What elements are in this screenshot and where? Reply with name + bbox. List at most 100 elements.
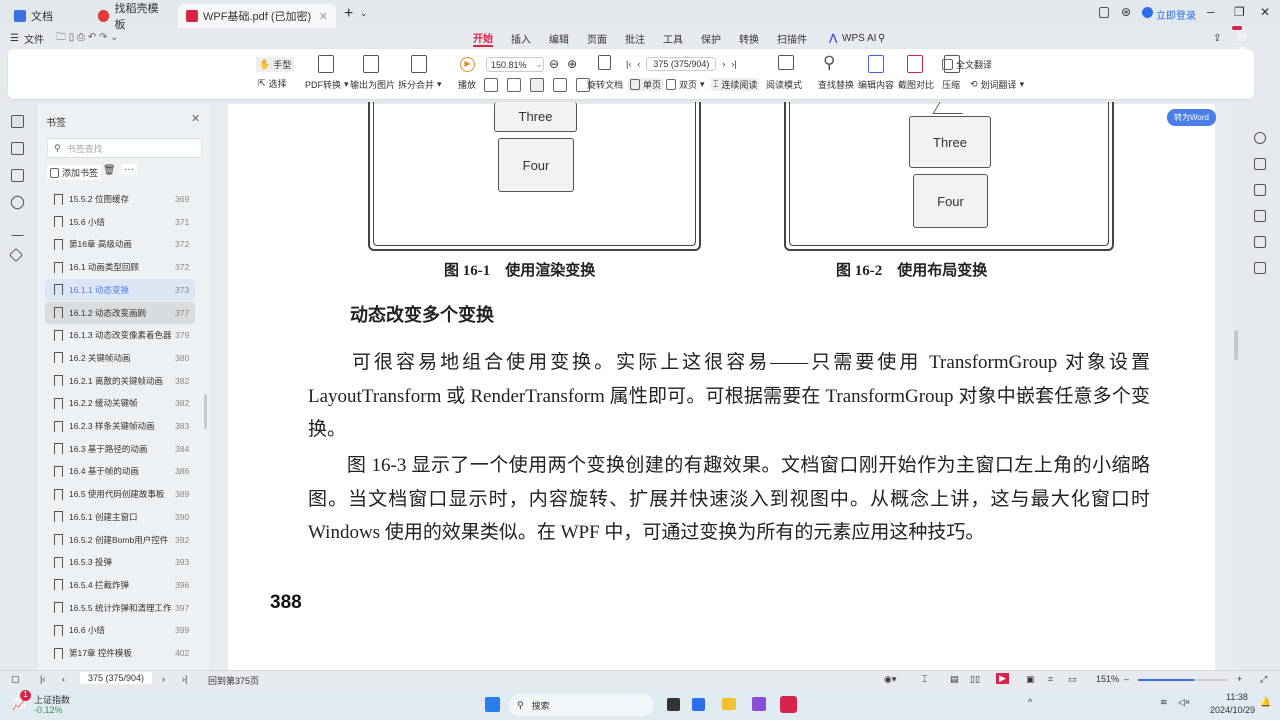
bookmark-item[interactable]: 15.6 小结 371 [45, 211, 195, 233]
bookmark-item[interactable]: 第17章 控件模板 402 [45, 642, 195, 664]
tab-documents[interactable]: 文档 [6, 4, 86, 28]
zoom-out-icon[interactable]: – [1124, 674, 1129, 684]
select-tool-button[interactable]: ⇱ 选择 [258, 77, 287, 90]
bookmark-item[interactable]: 15.5.2 位图缓存 369 [45, 188, 195, 210]
bookmark-item[interactable]: 16.2.2 缓动关键帧 382 [45, 392, 195, 414]
search-icon[interactable]: ⚲ [878, 33, 885, 44]
read-mode-button[interactable]: 阅读模式 [766, 78, 802, 91]
page-input[interactable]: 375 (375/904) [80, 672, 153, 684]
last-page-icon[interactable]: ›| [182, 674, 187, 684]
bookmark-item[interactable]: 16.2.1 离散的关键帧动画 382 [45, 370, 195, 392]
wps-icon[interactable] [780, 696, 797, 713]
window-icon[interactable] [1099, 7, 1109, 18]
login-link[interactable]: 立即登录 [1156, 7, 1196, 22]
adjust-icon[interactable] [1254, 158, 1266, 170]
bookmark-item[interactable]: 16.2.3 样条关键帧动画 383 [45, 415, 195, 437]
comment-icon[interactable] [11, 169, 24, 182]
fullscreen-icon[interactable]: ⤢ [1260, 674, 1267, 685]
last-page-icon[interactable]: ›| [731, 59, 736, 69]
bookmark-item[interactable]: 16.1.1 动态变换 373 [45, 278, 195, 301]
continuous-read-button[interactable]: ⌶ 连续阅读 [711, 78, 760, 91]
actual-size-icon[interactable] [530, 78, 544, 92]
more-button[interactable]: ··· [121, 164, 137, 175]
translate-icon[interactable] [1254, 184, 1266, 196]
chevron-down-icon[interactable]: ⌄ [360, 8, 368, 19]
scrollbar[interactable] [204, 394, 207, 429]
zoom-slider[interactable] [1138, 679, 1228, 681]
minimize-button[interactable]: – [1207, 4, 1214, 19]
layers-icon[interactable] [8, 247, 24, 263]
zoom-value[interactable]: 151% [1096, 674, 1119, 684]
delete-bookmark-icon[interactable]: 🗑 [103, 165, 116, 176]
fit-width-icon[interactable]: ⌗ [1048, 674, 1053, 685]
sidebar-toggle-icon[interactable]: ▢ [11, 674, 20, 685]
tab-templates[interactable]: 找稻壳模板 [90, 3, 175, 31]
add-bookmark-button[interactable]: 添加书签 [47, 165, 102, 180]
restore-button[interactable]: ❐ [1234, 5, 1245, 19]
visual-studio-icon[interactable] [752, 697, 766, 711]
file-menu[interactable]: 文件 [24, 31, 44, 46]
bookmark-item[interactable]: 16.5.1 创建主窗口 390 [45, 506, 195, 528]
close-tab-icon[interactable]: ✕ [319, 10, 328, 23]
single-page-button[interactable]: 单页 [628, 78, 664, 91]
crop-icon[interactable] [1254, 236, 1266, 248]
bookmark-item[interactable]: 16.5.5 统计炸弹和清理工作 397 [45, 597, 195, 619]
volume-icon[interactable]: ◁× [1178, 697, 1190, 708]
full-translate-button[interactable]: 全文翻译 [942, 58, 992, 71]
bookmark-item[interactable]: 16.5 使用代码创建故事板 389 [45, 483, 195, 505]
skin-icon[interactable]: ⊛ [1121, 5, 1131, 19]
find-replace-button[interactable]: 查找替换 [818, 78, 854, 91]
new-tab-icon[interactable]: + [344, 5, 353, 23]
bookmark-item[interactable]: 16.1 动画类型回顾 372 [45, 256, 195, 278]
search-icon[interactable] [1254, 132, 1266, 144]
rotate-left-icon[interactable] [553, 78, 567, 92]
properties-icon[interactable] [1254, 262, 1266, 274]
actual-size-icon[interactable]: ▭ [1068, 674, 1077, 685]
wifi-icon[interactable]: ≋ [1160, 697, 1168, 708]
first-page-icon[interactable]: |‹ [626, 59, 631, 69]
menu-scan[interactable]: 扫描件 [777, 31, 807, 46]
thumbnail-icon[interactable] [11, 142, 24, 155]
zoom-select[interactable]: 150.81% ⌄ [486, 57, 544, 72]
eye-icon[interactable]: ◉▾ [884, 674, 896, 685]
prev-page-icon[interactable]: ‹ [62, 674, 65, 684]
menu-page[interactable]: 页面 [587, 31, 607, 46]
continuous-icon[interactable]: ⌶ [922, 674, 927, 685]
tab-pdf[interactable]: WPF基础.pdf (已加密) ✕ [178, 4, 336, 28]
menu-start[interactable]: 开始 [473, 30, 493, 47]
bookmark-item[interactable]: 16.3 基于路径的动画 384 [45, 438, 195, 460]
page-input[interactable]: 375 (375/904) [646, 57, 717, 71]
clock-date[interactable]: 2024/10/29 [1210, 705, 1255, 715]
zoom-out-icon[interactable]: ⊖ [549, 57, 559, 71]
double-page-icon[interactable]: ▯▯ [970, 674, 980, 685]
signature-icon[interactable] [11, 223, 24, 236]
menu-edit[interactable]: 编辑 [549, 31, 569, 46]
next-page-icon[interactable]: › [722, 59, 725, 69]
next-page-icon[interactable]: › [162, 674, 165, 684]
split-merge-button[interactable]: 拆分合并 ▾ [398, 78, 442, 91]
notification-bell-icon[interactable]: 🔔 [1260, 697, 1271, 708]
close-button[interactable]: ✕ [1260, 5, 1270, 19]
close-panel-icon[interactable]: ✕ [191, 112, 200, 125]
bookmark-icon[interactable] [11, 115, 24, 128]
comment-icon[interactable] [1254, 210, 1266, 222]
bookmark-item[interactable]: 16.4 基于帧的动画 386 [45, 460, 195, 482]
convert-to-word-button[interactable]: 转为Word [1167, 109, 1216, 126]
back-to-page-link[interactable]: 回到第375页 [208, 674, 259, 687]
word-translate-button[interactable]: ⟲ 划词翻译 ▾ [970, 78, 1024, 91]
fit-page-icon[interactable]: ▣ [1026, 674, 1035, 685]
play-icon[interactable]: ▶ [996, 673, 1009, 684]
upload-icon[interactable]: ⇪ [1213, 33, 1221, 44]
double-page-button[interactable]: 双页 ▾ [666, 78, 705, 91]
bookmark-item[interactable]: 16.5.2 创建Bomb用户控件 392 [45, 529, 195, 551]
task-view-icon[interactable] [667, 698, 680, 711]
tray-chevron-icon[interactable]: ^ [1028, 697, 1032, 707]
fit-page-icon[interactable] [484, 78, 498, 92]
play-button[interactable]: 播放 [458, 78, 476, 91]
doc-scrollbar[interactable] [1234, 330, 1238, 360]
hand-tool-button[interactable]: ✋ 手型 [256, 57, 295, 72]
quick-access-icons[interactable]: 🗀 ▯ ⎙ ↶ ↷ ⌄ [56, 30, 119, 47]
bookmark-item[interactable]: 16.5.4 拦截炸弹 396 [45, 574, 195, 596]
store-icon[interactable] [692, 698, 705, 711]
compress-button[interactable]: 压缩 [942, 78, 960, 91]
